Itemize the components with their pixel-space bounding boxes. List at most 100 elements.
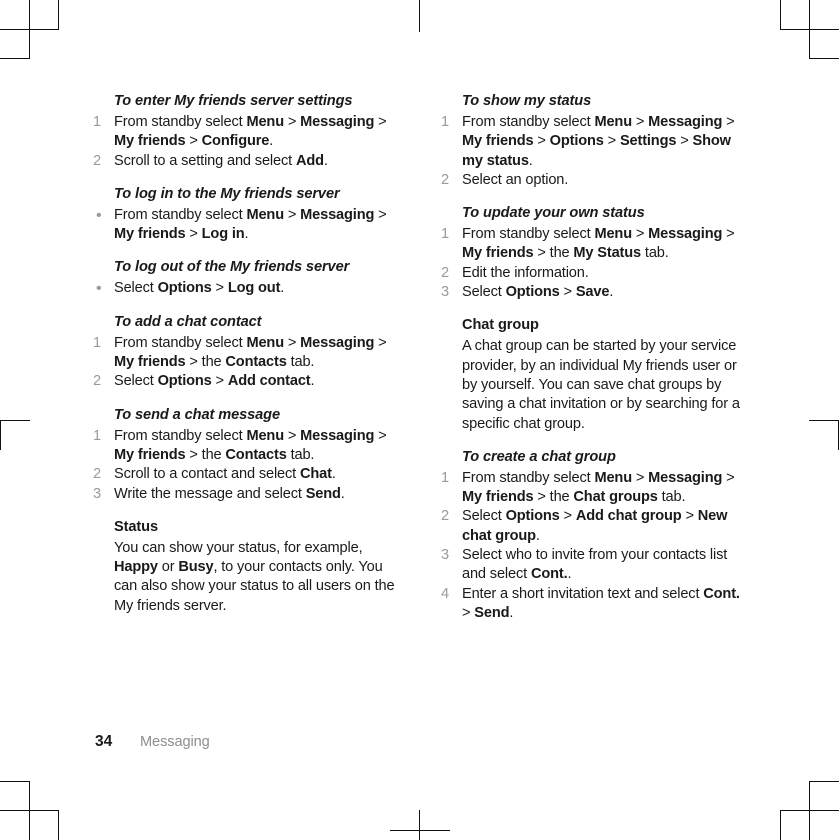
body-paragraph: You can show your status, for example, H… (114, 539, 402, 616)
crop-mark-bottom-left-v3 (58, 810, 59, 840)
crop-mark-bottom-right-v1 (809, 781, 810, 811)
menu-term: Happy (114, 559, 158, 576)
crop-mark-bottom-right-v3 (780, 810, 781, 840)
menu-separator: > (185, 226, 202, 243)
body-text: the (201, 354, 226, 371)
menu-separator: > (533, 133, 550, 150)
column-right: To show my status 1 From standby select Me… (436, 92, 750, 623)
step-text: From standby select Menu > Messaging > M… (114, 207, 387, 242)
step-number: 1 (93, 334, 101, 351)
menu-term: Options (505, 284, 560, 301)
step-text: From standby select Menu > Messaging > M… (462, 470, 735, 505)
step-item: 2 Scroll to a contact and select Chat. (88, 465, 402, 484)
menu-term: Menu (246, 206, 284, 223)
page-columns: To enter My friends server settings 1 From… (88, 92, 751, 623)
step-item: 4 Enter a short invitation text and selec… (436, 585, 750, 624)
page-number: 34 (95, 733, 113, 750)
step-item: 1 From standby select Menu > Messaging > … (88, 334, 402, 373)
menu-term: Messaging (300, 334, 375, 351)
step-number: 4 (441, 585, 449, 602)
body-text: From standby select (114, 427, 247, 444)
menu-separator: > (374, 114, 387, 130)
step-number: 2 (93, 152, 101, 169)
procedure-block: To log in to the My friends server • From … (88, 185, 402, 245)
menu-term: Chat groups (573, 489, 658, 506)
body-text: From standby select (114, 114, 247, 130)
body-text: Select (462, 508, 506, 525)
step-text: Select Options > Log out. (114, 280, 284, 296)
step-text: Edit the information. (462, 265, 589, 281)
menu-term: Messaging (648, 114, 723, 130)
crop-mark-bottom-right-v2 (809, 810, 810, 840)
menu-term: My Status (573, 245, 642, 262)
body-text: Edit the information. (462, 264, 589, 281)
step-text: Select Options > Add contact. (114, 373, 315, 390)
body-text: From standby select (462, 469, 595, 486)
step-list: 1 From standby select Menu > Messaging > … (436, 469, 750, 623)
bullet-marker: • (96, 206, 102, 224)
step-number: 2 (441, 171, 449, 188)
step-item: 2 Select Options > Add chat group > New c… (436, 507, 750, 546)
menu-term: Save (575, 284, 610, 301)
procedure-block: To add a chat contact 1 From standby selec… (88, 313, 402, 392)
menu-term: Messaging (300, 427, 375, 444)
procedure-block: To enter My friends server settings 1 From… (88, 92, 402, 171)
section-heading: Status (114, 518, 159, 535)
section-heading: Chat group (462, 317, 539, 334)
menu-term: Options (157, 373, 212, 390)
step-text: From standby select Menu > Messaging > M… (462, 226, 735, 261)
menu-separator: > (211, 373, 228, 390)
crop-mark-left-middle-v (0, 420, 1, 450)
body-text: . (535, 527, 540, 544)
step-number: 3 (93, 485, 101, 502)
menu-separator: > (374, 206, 387, 223)
page-footer: 34 Messaging (95, 733, 210, 751)
step-item: 1 From standby select Menu > Messaging > … (436, 225, 750, 264)
crop-mark-top-left-v2 (58, 0, 59, 30)
procedure-heading: To add a chat contact (114, 313, 262, 330)
body-text: tab. (286, 354, 315, 371)
step-item: 1 From standby select Menu > Messaging > … (88, 113, 402, 152)
body-text: A chat group can be started by your serv… (462, 338, 740, 432)
step-item: 2 Select an option. (436, 171, 750, 190)
crop-mark-top-left-h3 (0, 58, 30, 59)
menu-separator: > (559, 284, 576, 301)
crop-mark-bottom-left-h2 (0, 810, 30, 811)
step-list: 1 From standby select Menu > Messaging > … (436, 225, 750, 302)
procedure-heading: To log out of the My friends server (114, 259, 350, 276)
crop-mark-left-middle-h (0, 420, 30, 421)
crop-mark-bottom-left-v1 (29, 781, 30, 811)
step-text: Enter a short invitation text and select… (462, 586, 740, 621)
menu-separator: > (283, 427, 301, 444)
menu-separator: > (559, 508, 576, 525)
procedure-block: To send a chat message 1 From standby sele… (88, 406, 402, 504)
step-item: 1 From standby select Menu > Messaging > … (88, 427, 402, 466)
body-text: Scroll to a setting and select (114, 152, 296, 169)
menu-term: My friends (114, 133, 186, 150)
running-head: Messaging (140, 734, 210, 750)
step-list: 1 From standby select Menu > Messaging > … (88, 334, 402, 392)
body-text: Select (462, 284, 506, 301)
step-number: 2 (441, 508, 449, 525)
crop-mark-top-right-h3 (809, 58, 839, 59)
step-item: 3 Select who to invite from your contacts… (436, 546, 750, 585)
menu-separator: > (603, 133, 620, 150)
menu-term: Contacts (225, 354, 287, 371)
menu-term: Settings (619, 133, 677, 150)
body-paragraph: A chat group can be started by your serv… (462, 337, 750, 433)
body-text: You can show your status, for example, (114, 539, 363, 556)
menu-term: Add contact (227, 373, 311, 390)
menu-term: Log in (201, 226, 245, 243)
menu-term: My friends (114, 226, 186, 243)
menu-term: Add (295, 152, 324, 169)
menu-separator: > (533, 489, 550, 506)
menu-separator: > (722, 226, 735, 243)
body-text: . (567, 566, 572, 583)
menu-separator: > (722, 469, 735, 486)
step-number: 3 (441, 547, 449, 564)
step-number: 2 (93, 466, 101, 483)
body-text: . (280, 280, 285, 297)
step-text: From standby select Menu > Messaging > M… (114, 428, 387, 463)
column-left: To enter My friends server settings 1 From… (88, 92, 402, 623)
crop-mark-top-center (419, 0, 420, 32)
